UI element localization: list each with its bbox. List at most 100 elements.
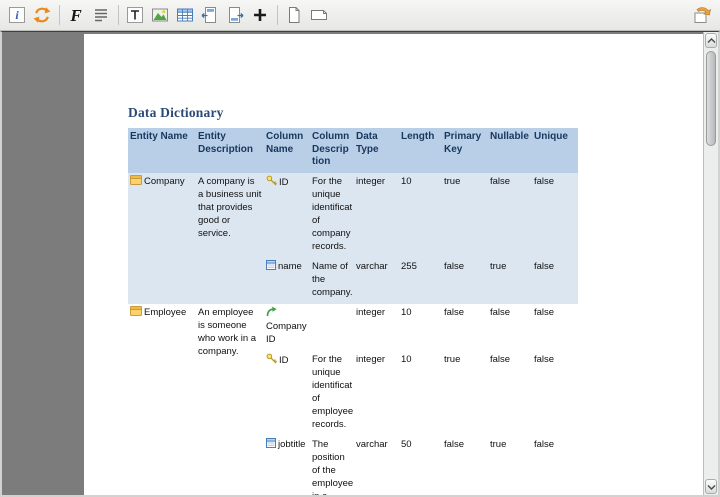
insert-image-button[interactable] (148, 3, 172, 27)
vertical-scrollbar[interactable] (703, 32, 718, 495)
unique-cell: false (532, 172, 578, 258)
info-icon: i (9, 7, 25, 23)
length-cell: 10 (399, 350, 442, 436)
chevron-down-icon (707, 484, 715, 490)
column-name: ID (279, 176, 289, 188)
column-name-cell: ID (264, 350, 310, 436)
scroll-up-button[interactable] (705, 33, 717, 48)
column-description-cell: For the unique identificat of company re… (310, 172, 354, 258)
unique-cell: false (532, 350, 578, 436)
insert-table-icon (177, 8, 193, 22)
footer-icon (229, 7, 244, 23)
report-page: Data Dictionary Entity Name Entity Descr… (84, 34, 706, 495)
foreign-key-icon (266, 306, 277, 316)
font-button[interactable]: F (64, 3, 88, 27)
report-title: Data Dictionary (128, 105, 224, 120)
data-type-cell: varchar (354, 257, 399, 304)
primary-key-cell: true (442, 172, 488, 258)
header-entity-description: Entity Description (196, 128, 264, 173)
column-name: name (278, 260, 302, 272)
column-name: ID (279, 354, 289, 366)
landscape-page-button[interactable] (307, 3, 331, 27)
column-description-cell: Name of the company. (310, 257, 354, 304)
column-description-cell (310, 303, 354, 351)
data-type-cell: integer (354, 303, 399, 351)
add-button[interactable] (248, 3, 272, 27)
toolbar: i F (0, 0, 720, 31)
length-cell: 10 (399, 172, 442, 258)
primary-key-icon (266, 175, 277, 185)
column-description-cell: The position of the employee in a compan… (310, 435, 354, 495)
column-name-cell: name (264, 257, 310, 304)
primary-key-cell: false (442, 303, 488, 351)
length-cell: 50 (399, 435, 442, 495)
header-unique: Unique (532, 128, 578, 173)
column-name-cell: jobtitle (264, 435, 310, 495)
nullable-cell: true (488, 257, 532, 304)
entity-name-cell: Company (128, 172, 196, 304)
length-cell: 255 (399, 257, 442, 304)
export-icon (694, 7, 711, 23)
header-primary-key: Primary Key (442, 128, 488, 173)
chevron-up-icon (707, 37, 715, 43)
data-type-cell: integer (354, 350, 399, 436)
entity-description-cell: A company is a business unit that provid… (196, 172, 264, 304)
header-column-name: Column Name (264, 128, 310, 173)
column-icon (266, 259, 276, 270)
entity-name-cell: Employee (128, 303, 196, 495)
export-button[interactable] (690, 3, 714, 27)
primary-key-cell: false (442, 435, 488, 495)
toolbar-separator (59, 5, 60, 25)
add-icon (254, 9, 266, 21)
table-row: Company A company is a business unit tha… (128, 172, 578, 304)
refresh-button[interactable] (30, 3, 54, 27)
insert-text-button[interactable] (123, 3, 147, 27)
length-cell: 10 (399, 303, 442, 351)
paragraph-button[interactable] (89, 3, 113, 27)
toolbar-separator (118, 5, 119, 25)
column-name: CompanyID (266, 320, 307, 345)
insert-text-icon (127, 7, 143, 23)
primary-key-cell: true (442, 350, 488, 436)
data-type-cell: varchar (354, 435, 399, 495)
header-button[interactable] (198, 3, 222, 27)
table-row: Employee An employee is someone who work… (128, 303, 578, 495)
column-name: jobtitle (278, 438, 306, 450)
report-content: Data Dictionary Entity Name Entity Descr… (84, 34, 706, 495)
unique-cell: false (532, 303, 578, 351)
nullable-cell: true (488, 435, 532, 495)
toolbar-separator (277, 5, 278, 25)
report-preview-window: i F Data Dictionary Entity Name Entity D… (0, 0, 720, 497)
primary-key-icon (266, 353, 277, 363)
entity-name: Employee (144, 306, 187, 318)
info-button[interactable]: i (5, 3, 29, 27)
header-column-description: Column Descrip tion (310, 128, 354, 173)
nullable-cell: false (488, 172, 532, 258)
entity-description-cell: An employee is someone who work in a com… (196, 303, 264, 495)
paragraph-icon (95, 9, 107, 22)
nullable-cell: false (488, 303, 532, 351)
entity-icon (130, 174, 142, 185)
insert-table-button[interactable] (173, 3, 197, 27)
data-type-cell: integer (354, 172, 399, 258)
portrait-page-icon (289, 7, 300, 23)
header-entity-name: Entity Name (128, 128, 196, 173)
header-length: Length (399, 128, 442, 173)
scrollbar-track[interactable] (704, 148, 718, 478)
portrait-page-button[interactable] (282, 3, 306, 27)
scroll-down-button[interactable] (705, 479, 717, 494)
nullable-cell: false (488, 350, 532, 436)
table-header-row: Entity Name Entity Description Column Na… (128, 128, 578, 173)
footer-button[interactable] (223, 3, 247, 27)
column-icon (266, 437, 276, 448)
scrollbar-thumb[interactable] (706, 51, 716, 146)
header-icon (201, 7, 216, 23)
preview-pane: Data Dictionary Entity Name Entity Descr… (0, 31, 720, 497)
landscape-page-icon (311, 10, 327, 20)
column-name-cell: ID (264, 172, 310, 258)
entity-name: Company (144, 175, 185, 187)
header-data-type: Data Type (354, 128, 399, 173)
refresh-icon (33, 7, 51, 23)
header-nullable: Nullable (488, 128, 532, 173)
primary-key-cell: false (442, 257, 488, 304)
